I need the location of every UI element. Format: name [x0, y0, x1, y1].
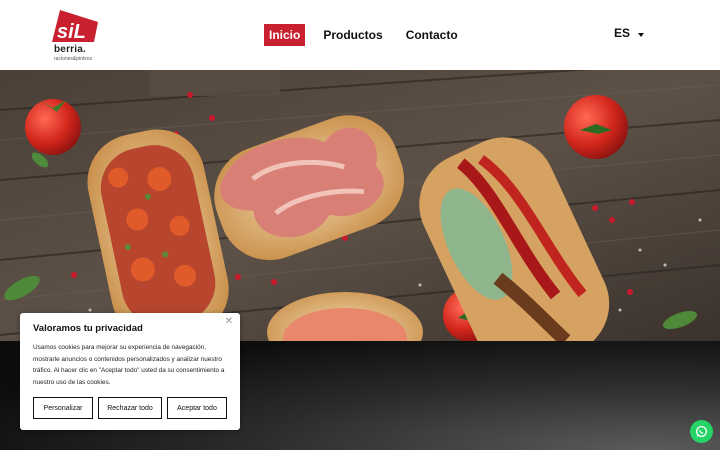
brand-logo[interactable]: siL berria. raciones&pintxos [50, 8, 110, 62]
cookie-button-group: Personalizar Rechazar todo Aceptar todo [33, 397, 232, 419]
cookie-banner: ✕ Valoramos tu privacidad Usamos cookies… [20, 313, 240, 430]
site-header: siL berria. raciones&pintxos Inicio Prod… [0, 0, 720, 70]
accept-all-button[interactable]: Aceptar todo [167, 397, 227, 419]
whatsapp-button[interactable] [690, 420, 713, 443]
language-label: ES [614, 26, 631, 40]
hero-image [0, 70, 720, 341]
brand-tagline: raciones&pintxos [54, 56, 93, 62]
close-icon[interactable]: ✕ [225, 316, 233, 327]
brand-name: berria. [54, 44, 86, 55]
cookie-banner-text: Usamos cookies para mejorar su experienc… [33, 344, 225, 386]
nav-item-inicio[interactable]: Inicio [264, 24, 306, 46]
reject-all-button[interactable]: Rechazar todo [98, 397, 162, 419]
main-nav: Inicio Productos Contacto [264, 24, 476, 46]
cookie-banner-title: Valoramos tu privacidad [33, 323, 143, 334]
language-selector[interactable]: ES [614, 26, 645, 40]
nav-item-productos[interactable]: Productos [318, 24, 387, 46]
chevron-down-icon [638, 32, 645, 37]
sil-logo-mark: siL [52, 10, 98, 43]
nav-item-contacto[interactable]: Contacto [401, 24, 463, 46]
customize-button[interactable]: Personalizar [33, 397, 93, 419]
svg-text:siL: siL [57, 21, 86, 43]
whatsapp-icon [695, 425, 708, 438]
pintxos-illustration [0, 70, 720, 341]
